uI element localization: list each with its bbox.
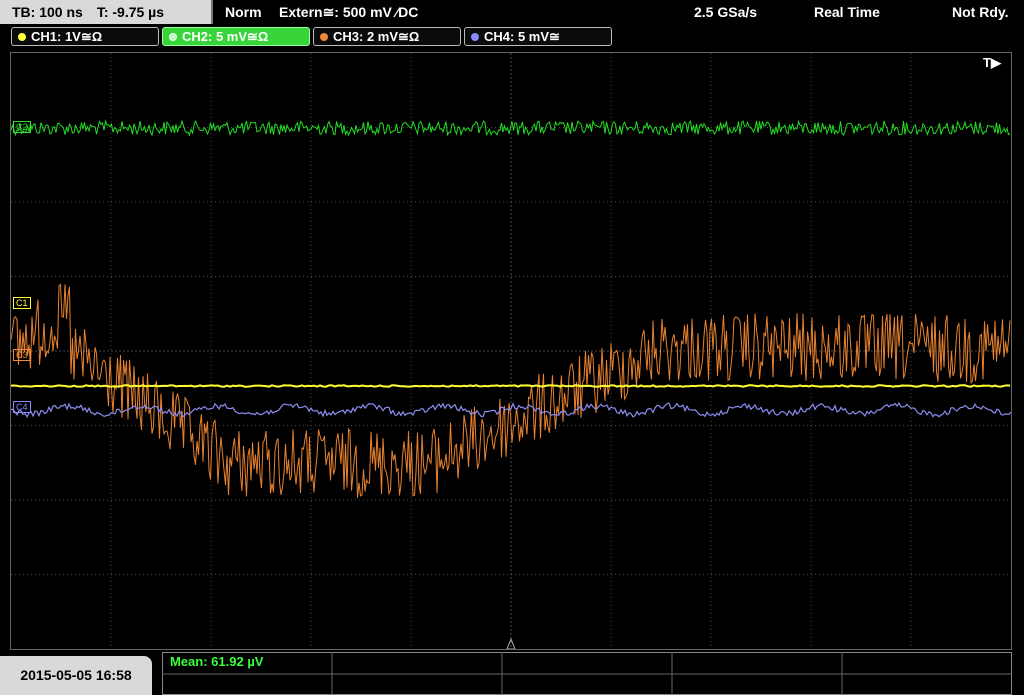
sample-rate: 2.5 GSa/s: [694, 4, 758, 20]
ch3-offset-marker[interactable]: C3: [13, 349, 31, 361]
timebase-box[interactable]: TB: 100 ns T: -9.75 µs: [0, 0, 213, 24]
waveform-display[interactable]: T▶ C2 C1 C3 C4: [10, 52, 1012, 650]
tab-ch3[interactable]: CH3: 2 mV≅Ω: [313, 27, 461, 46]
tab-ch2[interactable]: CH2: 5 mV≅Ω: [162, 27, 310, 46]
ch2-offset-marker[interactable]: C2: [13, 121, 31, 133]
graticule-grid: [11, 53, 1011, 649]
datetime-display: 2015-05-05 16:58: [0, 656, 152, 695]
tab-ch4[interactable]: CH4: 5 mV≅: [464, 27, 612, 46]
tab-ch1[interactable]: CH1: 1V≅Ω: [11, 27, 159, 46]
trigger-source[interactable]: Extern≅: 500 mV ⁄DC: [279, 0, 418, 24]
ch1-trace: [11, 384, 1011, 388]
ch4-dot-icon: [471, 33, 479, 41]
tab-ch2-label: CH2: 5 mV≅Ω: [182, 29, 269, 44]
tab-ch3-label: CH3: 2 mV≅Ω: [333, 29, 420, 44]
ch3-dot-icon: [320, 33, 328, 41]
ready-state: Not Rdy.: [952, 4, 1009, 20]
acquisition-mode: Real Time: [814, 4, 880, 20]
measurement-mean[interactable]: Mean: 61.92 µV: [170, 654, 263, 669]
measurement-panel: [162, 652, 1012, 695]
ch1-dot-icon: [18, 33, 26, 41]
measurement-grid: [162, 652, 1012, 695]
ch2-dot-icon: [169, 33, 177, 41]
ch1-offset-marker[interactable]: C1: [13, 297, 31, 309]
tab-ch1-label: CH1: 1V≅Ω: [31, 29, 103, 44]
trigger-mode[interactable]: Norm: [225, 0, 262, 24]
tab-ch4-label: CH4: 5 mV≅: [484, 29, 560, 44]
ch4-offset-marker[interactable]: C4: [13, 401, 31, 413]
trigger-position-marker-icon: [506, 637, 516, 649]
trigger-time-value: T: -9.75 µs: [96, 4, 165, 20]
ch2-trace: [11, 119, 1011, 137]
timebase-value: TB: 100 ns: [12, 4, 83, 20]
trigger-marker: T▶: [983, 55, 1001, 70]
waveform-svg: [11, 53, 1011, 649]
